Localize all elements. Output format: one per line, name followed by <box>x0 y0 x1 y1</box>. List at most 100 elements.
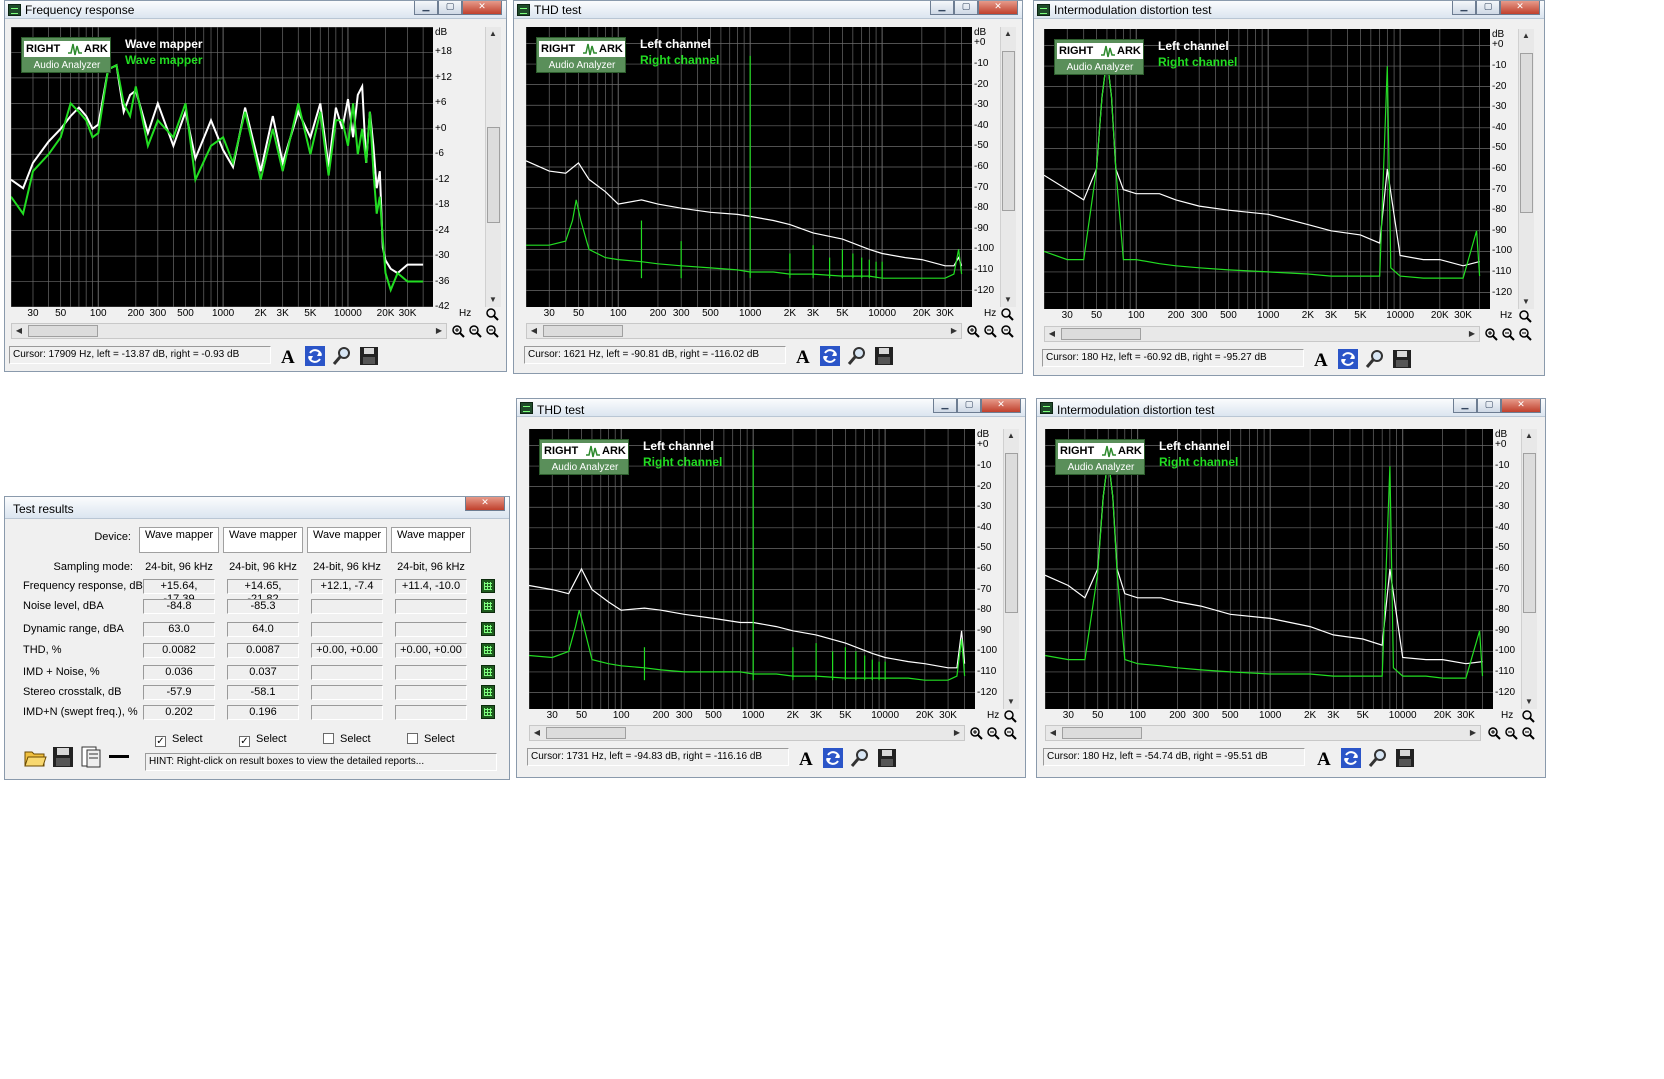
zoom-in-icon[interactable] <box>966 324 980 338</box>
result-cell[interactable]: -57.9 <box>143 685 215 700</box>
horizontal-scrollbar[interactable]: ◀ ▶ <box>529 725 965 741</box>
close-button[interactable]: ✕ <box>465 497 505 511</box>
result-cell[interactable]: +11.4, -10.0 <box>395 579 467 594</box>
zoom-out-icon[interactable] <box>1504 726 1518 740</box>
zoom-in-icon[interactable] <box>451 324 465 338</box>
refresh-icon[interactable] <box>304 345 326 367</box>
vertical-scrollbar[interactable]: ▲ ▼ <box>1518 29 1534 309</box>
close-button[interactable]: ✕ <box>1500 1 1540 15</box>
zoom-out-icon[interactable] <box>468 324 482 338</box>
result-cell[interactable]: +0.00, +0.00 <box>395 643 467 658</box>
result-cell[interactable]: +15.64, -17.39 <box>143 579 215 605</box>
horizontal-scrollbar[interactable]: ◀ ▶ <box>1045 725 1481 741</box>
result-cell[interactable]: 63.0 <box>143 622 215 637</box>
vertical-scrollbar[interactable]: ▲ ▼ <box>1000 27 1016 307</box>
minimize-button[interactable]: ▁ <box>414 1 438 15</box>
font-icon[interactable]: A <box>277 345 299 367</box>
zoom-out-full-icon[interactable] <box>485 324 499 338</box>
zoom-out-full-icon[interactable] <box>1003 726 1017 740</box>
result-cell[interactable] <box>311 665 383 680</box>
plot-area[interactable]: RIGHT ARK Audio Analyzer Left channel Righ… <box>529 429 975 709</box>
refresh-icon[interactable] <box>819 345 841 367</box>
magnifier-icon[interactable] <box>846 345 868 367</box>
result-cell[interactable]: 0.0087 <box>227 643 299 658</box>
report-icon[interactable] <box>79 745 103 769</box>
result-cell[interactable] <box>311 705 383 720</box>
zoom-out-icon[interactable] <box>1501 327 1515 341</box>
minimize-button[interactable]: ▁ <box>930 1 954 15</box>
refresh-icon[interactable] <box>822 747 844 769</box>
grid-report-icon[interactable] <box>481 665 495 679</box>
minimize-button[interactable]: ▁ <box>1453 399 1477 413</box>
maximize-button[interactable]: ▢ <box>954 1 978 15</box>
result-cell[interactable] <box>311 599 383 614</box>
font-icon[interactable]: A <box>792 345 814 367</box>
minimize-button[interactable]: ▁ <box>1452 1 1476 15</box>
vertical-scrollbar[interactable]: ▲ ▼ <box>1521 429 1537 709</box>
zoom-reset-icon[interactable] <box>1003 709 1017 723</box>
result-cell[interactable]: +12.1, -7.4 <box>311 579 383 594</box>
save-icon[interactable] <box>358 345 380 367</box>
grid-report-icon[interactable] <box>481 622 495 636</box>
grid-report-icon[interactable] <box>481 579 495 593</box>
save-icon[interactable] <box>1391 348 1413 370</box>
result-cell[interactable]: 0.196 <box>227 705 299 720</box>
close-button[interactable]: ✕ <box>978 1 1018 15</box>
refresh-icon[interactable] <box>1340 747 1362 769</box>
horizontal-scrollbar[interactable]: ◀ ▶ <box>1044 326 1480 342</box>
magnifier-icon[interactable] <box>849 747 871 769</box>
minimize-button[interactable]: ▁ <box>933 399 957 413</box>
zoom-reset-icon[interactable] <box>1000 307 1014 321</box>
plot-area[interactable]: RIGHT ARK Audio Analyzer Left channel Righ… <box>1044 29 1490 309</box>
save-icon[interactable] <box>876 747 898 769</box>
font-icon[interactable]: A <box>1310 348 1332 370</box>
save-icon[interactable] <box>51 745 75 769</box>
checkbox-2[interactable]: ✓ <box>239 736 250 747</box>
magnifier-icon[interactable] <box>331 345 353 367</box>
zoom-out-full-icon[interactable] <box>1518 327 1532 341</box>
result-cell[interactable] <box>395 705 467 720</box>
checkbox-3[interactable] <box>323 733 334 744</box>
plot-area[interactable]: RIGHT ARK Audio Analyzer Left channel Righ… <box>1045 429 1493 709</box>
save-icon[interactable] <box>1394 747 1416 769</box>
select-checkbox-4[interactable]: Select <box>407 733 455 745</box>
maximize-button[interactable]: ▢ <box>1477 399 1501 413</box>
result-cell[interactable]: 0.036 <box>143 665 215 680</box>
result-cell[interactable]: +0.00, +0.00 <box>311 643 383 658</box>
zoom-in-icon[interactable] <box>1484 327 1498 341</box>
save-icon[interactable] <box>873 345 895 367</box>
result-cell[interactable] <box>395 685 467 700</box>
open-folder-icon[interactable] <box>23 745 47 769</box>
result-cell[interactable] <box>311 685 383 700</box>
result-cell[interactable]: 0.202 <box>143 705 215 720</box>
close-button[interactable]: ✕ <box>1501 399 1541 413</box>
zoom-out-full-icon[interactable] <box>1000 324 1014 338</box>
zoom-reset-icon[interactable] <box>1521 709 1535 723</box>
zoom-out-icon[interactable] <box>983 324 997 338</box>
close-button[interactable]: ✕ <box>462 1 502 15</box>
maximize-button[interactable]: ▢ <box>1476 1 1500 15</box>
result-cell[interactable] <box>395 599 467 614</box>
zoom-reset-icon[interactable] <box>1518 309 1532 323</box>
select-checkbox-1[interactable]: ✓ Select <box>155 733 203 747</box>
plot-area[interactable]: RIGHT ARK Audio Analyzer Left channel Righ… <box>526 27 972 307</box>
vertical-scrollbar[interactable]: ▲ ▼ <box>1003 429 1019 709</box>
select-checkbox-2[interactable]: ✓ Select <box>239 733 287 747</box>
zoom-out-full-icon[interactable] <box>1521 726 1535 740</box>
horizontal-scrollbar[interactable]: ◀ ▶ <box>526 323 962 339</box>
result-cell[interactable] <box>395 622 467 637</box>
horizontal-scrollbar[interactable]: ◀ ▶ <box>11 323 447 339</box>
font-icon[interactable]: A <box>1313 747 1335 769</box>
maximize-button[interactable]: ▢ <box>957 399 981 413</box>
select-checkbox-3[interactable]: Select <box>323 733 371 745</box>
zoom-in-icon[interactable] <box>969 726 983 740</box>
vertical-scrollbar[interactable]: ▲ ▼ <box>485 27 501 307</box>
plot-area[interactable]: RIGHT ARK Audio Analyzer Wave mapper Wave … <box>11 27 433 307</box>
result-cell[interactable]: -85.3 <box>227 599 299 614</box>
zoom-in-icon[interactable] <box>1487 726 1501 740</box>
result-cell[interactable]: +14.65, -21.82 <box>227 579 299 605</box>
grid-report-icon[interactable] <box>481 599 495 613</box>
remove-icon[interactable] <box>107 745 131 769</box>
device-box-1[interactable]: Wave mapper <box>139 527 219 553</box>
result-cell[interactable]: -58.1 <box>227 685 299 700</box>
